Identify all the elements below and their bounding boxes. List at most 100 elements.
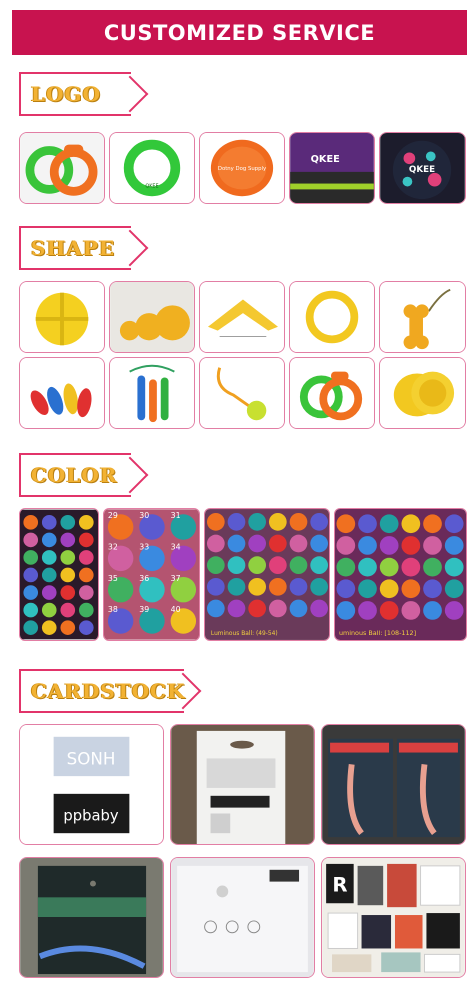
color-panel-2[interactable]: 29 30 31 32 33 34 35 36 37 38 39 40 [103, 508, 200, 641]
cardstock-tile-black-card[interactable] [19, 857, 164, 978]
color-swatch [444, 579, 464, 599]
color-swatch [358, 514, 377, 534]
yellow-disc-image [380, 358, 465, 428]
color-panel-1[interactable] [19, 508, 99, 641]
color-swatch [444, 601, 464, 620]
color-swatch [289, 577, 308, 596]
color-swatch [23, 602, 39, 618]
color-swatch [379, 579, 399, 599]
color-swatch [289, 512, 308, 531]
section-title-color: COLOR [31, 463, 118, 487]
color-swatch-grid-4: uminous Ball: [108-112] [335, 509, 466, 640]
color-swatch [78, 550, 94, 565]
color-swatch [268, 534, 287, 553]
color-swatch [444, 536, 464, 555]
cardstock-tile-back-card[interactable] [170, 724, 315, 845]
hang-tag-r-letter: R [332, 873, 347, 896]
section-title-logo: LOGO [31, 82, 101, 106]
shape-tile-rope-ball[interactable] [199, 357, 285, 429]
color-swatch [248, 512, 267, 531]
color-panel-3[interactable]: Luminous Ball: (49-54) [204, 508, 330, 641]
yellow-ring-image [290, 282, 374, 352]
white-card-image [171, 858, 314, 977]
section-title-cardstock: CARDSTOCK [31, 679, 186, 703]
color-swatch [78, 585, 94, 600]
color-swatch [289, 599, 308, 618]
color-swatch [227, 577, 246, 596]
logo-tile-rings[interactable] [19, 132, 105, 204]
yellow-handle-ball-image [20, 282, 104, 352]
color-panel-4[interactable]: uminous Ball: [108-112] [334, 508, 467, 641]
logo-tile-bag[interactable]: QKEE [289, 132, 375, 204]
brand-label-ppbaby: ppbaby [63, 807, 118, 824]
logo-tile-frisbee[interactable]: Dotny Dog Supply [199, 132, 285, 204]
color-swatch [60, 602, 76, 618]
three-balls-image [110, 282, 194, 352]
color-swatch [336, 601, 356, 620]
color-swatch [206, 556, 225, 575]
color-swatch [206, 512, 225, 531]
color-swatch [310, 534, 329, 553]
logo-tile-ball[interactable]: QKEE [379, 132, 466, 204]
color-swatch [268, 577, 287, 596]
shape-tile-boomerang[interactable] [199, 281, 285, 353]
color-swatch [423, 579, 442, 599]
swatch-number-label: 34 [171, 543, 181, 552]
color-swatch [423, 514, 442, 534]
cardstock-tile-labels[interactable]: SONH ppbaby [19, 724, 164, 845]
color-swatch [401, 536, 421, 555]
swatch-number-label: 39 [139, 605, 149, 614]
color-swatch [358, 601, 377, 620]
logo-tile-green-ring[interactable]: QKEE [109, 132, 195, 204]
shape-tile-kettle[interactable] [289, 357, 375, 429]
ball-on-rope-image [200, 358, 284, 428]
cardstock-tile-white-card[interactable] [170, 857, 315, 978]
shape-tile-bone[interactable] [379, 281, 466, 353]
color-swatch [41, 515, 57, 530]
card-back-image [171, 725, 314, 844]
cardstock-tile-rope-cards[interactable] [321, 724, 466, 845]
section-tag-shape: SHAPE [19, 226, 131, 270]
shape-tile-sticks[interactable] [109, 357, 195, 429]
swatch-number-label: 29 [108, 511, 118, 520]
color-swatch [60, 532, 76, 548]
qkee-bag-logo-text: QKEE [311, 154, 340, 165]
color-swatch [41, 620, 57, 635]
swatch-number-label: 37 [171, 574, 181, 583]
swatch-number-label: 35 [108, 574, 118, 583]
rope-sticks-image [110, 358, 194, 428]
color-swatch [227, 556, 246, 575]
color-swatch [310, 577, 329, 596]
color-swatch [379, 514, 399, 534]
banner-title: CUSTOMIZED SERVICE [103, 20, 376, 45]
color-swatch [289, 556, 308, 575]
color-swatch [358, 536, 377, 555]
color-swatch [23, 532, 39, 548]
luminous-caption-3: Luminous Ball: (49-54) [211, 631, 278, 637]
color-swatch [379, 557, 399, 577]
color-swatch-grid-2: 29 30 31 32 33 34 35 36 37 38 39 40 [104, 509, 199, 640]
color-swatch [248, 534, 267, 553]
color-swatch [23, 567, 39, 583]
shape-tile-ball[interactable] [19, 281, 105, 353]
color-swatch [336, 536, 356, 555]
color-swatch [41, 532, 57, 548]
shape-tile-ring[interactable] [289, 281, 375, 353]
section-title-shape: SHAPE [31, 236, 116, 260]
shape-tile-disc[interactable] [379, 357, 466, 429]
kettle-rings-image [290, 358, 374, 428]
color-swatch [23, 550, 39, 565]
brand-label-sonh: SONH [67, 748, 116, 768]
color-swatch [248, 599, 267, 618]
shape-tile-balls-sizes[interactable] [109, 281, 195, 353]
color-swatch [23, 620, 39, 635]
color-swatch [401, 579, 421, 599]
color-swatch [401, 514, 421, 534]
color-swatch [336, 579, 356, 599]
color-swatch [268, 512, 287, 531]
rope-toy-cards-image [322, 725, 465, 844]
cardstock-tile-hang-tags[interactable]: R [321, 857, 466, 978]
kettlebell-rings-image [20, 133, 104, 203]
shape-tile-bowling[interactable] [19, 357, 105, 429]
color-swatch [227, 534, 246, 553]
